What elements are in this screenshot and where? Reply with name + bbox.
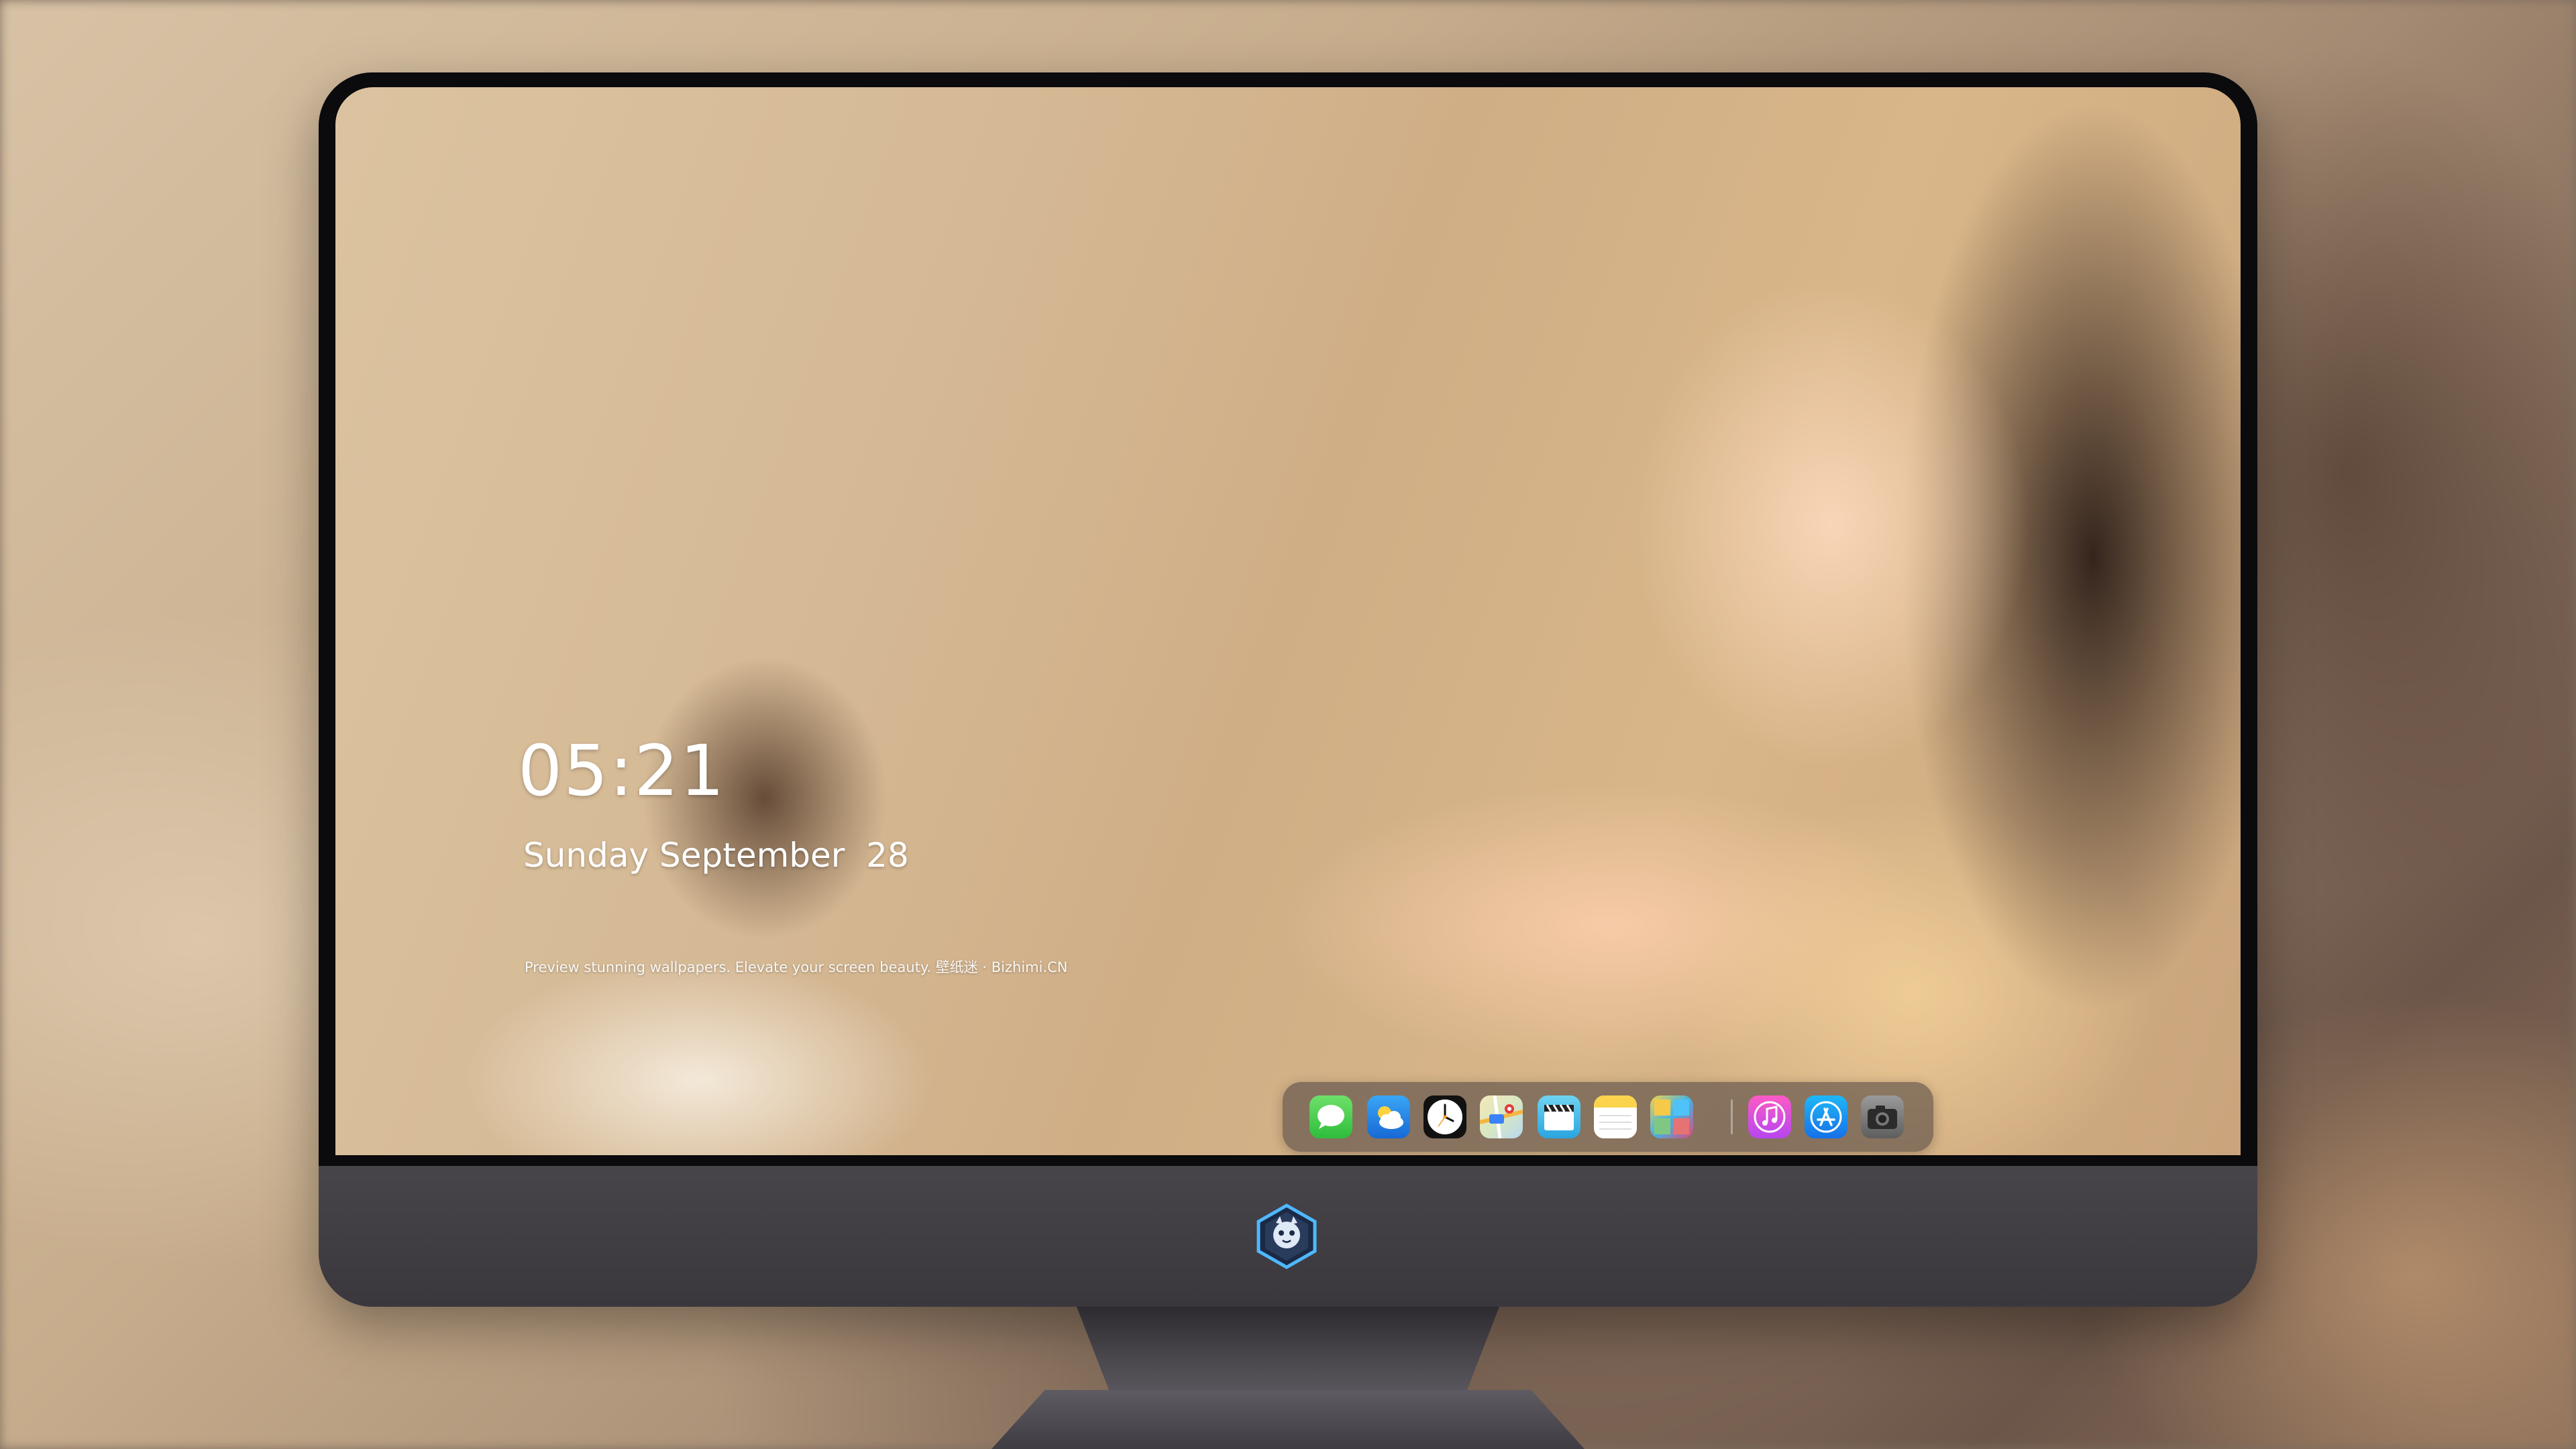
dock-separator <box>1731 1099 1733 1134</box>
notes-icon[interactable] <box>1594 1095 1637 1138</box>
clock-icon[interactable] <box>1424 1095 1466 1138</box>
monitor: 05:21 Sunday September 28 Preview stunni… <box>319 72 2257 1307</box>
maps-icon[interactable] <box>1480 1095 1523 1138</box>
app-store-icon[interactable] <box>1805 1095 1847 1138</box>
monitor-stand-base <box>991 1390 1585 1449</box>
messages-icon[interactable] <box>1309 1095 1352 1138</box>
dragon-mascot-logo-icon <box>1253 1203 1320 1270</box>
lock-screen-date: Sunday September 28 <box>523 836 909 875</box>
desktop-screen[interactable]: 05:21 Sunday September 28 Preview stunni… <box>335 87 2241 1155</box>
wallpaper-tagline: Preview stunning wallpapers. Elevate you… <box>525 959 1068 975</box>
music-icon[interactable] <box>1748 1095 1791 1138</box>
dock <box>1283 1082 1933 1152</box>
monitor-stand-neck <box>1077 1307 1499 1394</box>
monitor-bezel: 05:21 Sunday September 28 Preview stunni… <box>319 72 2257 1166</box>
lock-screen-time: 05:21 <box>518 730 726 812</box>
photo-booth-icon[interactable] <box>1650 1095 1693 1138</box>
weather-icon[interactable] <box>1367 1095 1410 1138</box>
camera-icon[interactable] <box>1861 1095 1904 1138</box>
monitor-chin <box>319 1166 2257 1307</box>
clips-icon[interactable] <box>1538 1095 1580 1138</box>
